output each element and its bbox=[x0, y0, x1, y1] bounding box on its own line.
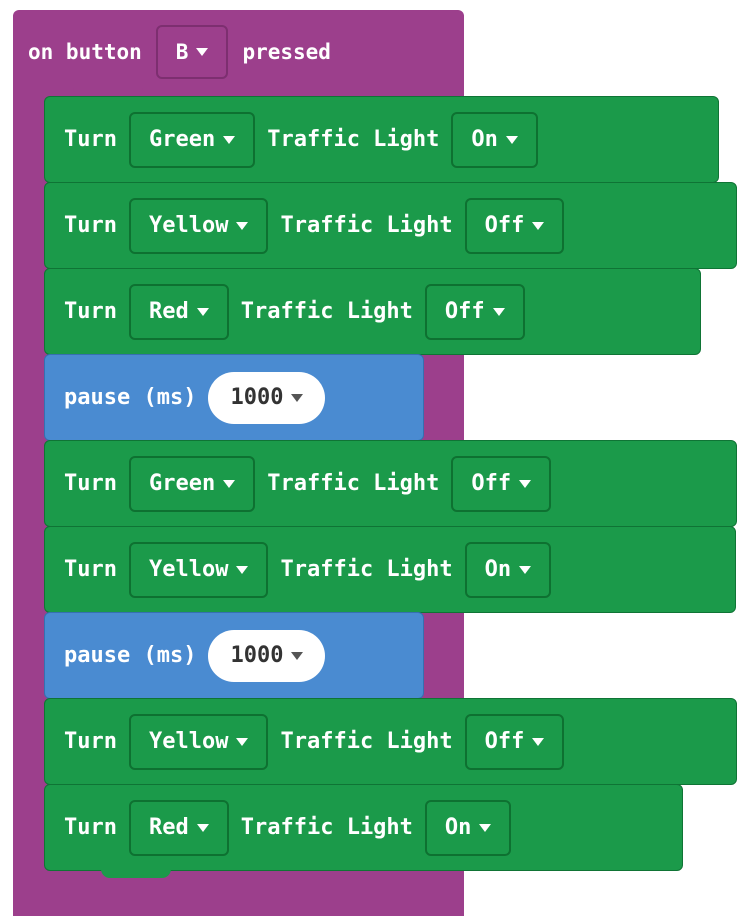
caret-down-icon bbox=[223, 135, 236, 144]
turn-label: Turn bbox=[64, 557, 117, 582]
caret-down-icon bbox=[532, 737, 545, 746]
light-state-dropdown[interactable]: On bbox=[451, 111, 538, 168]
caret-down-icon bbox=[196, 307, 209, 316]
light-state-dropdown[interactable]: On bbox=[464, 541, 552, 598]
light-state-value: On bbox=[444, 815, 472, 840]
light-state-value: On bbox=[484, 557, 512, 582]
turn-label: Turn bbox=[64, 471, 117, 496]
light-color-value: Yellow bbox=[148, 213, 229, 238]
turn-light-block[interactable]: Turn Yellow Traffic Light On bbox=[44, 526, 736, 620]
turn-label: Turn bbox=[64, 127, 117, 152]
pause-block[interactable]: pause (ms) 1000 bbox=[44, 354, 424, 448]
turn-light-block[interactable]: Turn Green Traffic Light On bbox=[44, 96, 719, 190]
turn-label: Turn bbox=[64, 729, 117, 754]
turn-light-block[interactable]: Turn Red Traffic Light Off bbox=[44, 268, 701, 362]
caret-down-icon bbox=[236, 565, 249, 574]
traffic-light-label: Traffic Light bbox=[240, 815, 413, 840]
light-color-dropdown[interactable]: Yellow bbox=[128, 713, 269, 770]
light-color-value: Green bbox=[148, 127, 216, 152]
caret-down-icon bbox=[519, 565, 532, 574]
caret-down-icon bbox=[196, 823, 209, 832]
traffic-light-label: Traffic Light bbox=[280, 729, 453, 754]
traffic-light-label: Traffic Light bbox=[240, 299, 413, 324]
pause-duration-value: 1000 bbox=[230, 385, 284, 410]
light-state-value: On bbox=[471, 127, 498, 152]
button-dropdown-value: B bbox=[175, 40, 189, 64]
light-state-dropdown[interactable]: On bbox=[424, 799, 512, 856]
turn-label: Turn bbox=[64, 815, 117, 840]
light-state-value: Off bbox=[484, 729, 525, 754]
turn-light-block[interactable]: Turn Green Traffic Light Off bbox=[44, 440, 737, 534]
button-dropdown[interactable]: B bbox=[155, 25, 229, 79]
turn-light-block[interactable]: Turn Yellow Traffic Light Off bbox=[44, 182, 737, 276]
event-suffix-label: pressed bbox=[242, 40, 331, 64]
light-color-value: Yellow bbox=[148, 557, 229, 582]
light-state-value: Off bbox=[444, 299, 485, 324]
light-state-value: Off bbox=[471, 471, 512, 496]
light-color-dropdown[interactable]: Yellow bbox=[128, 197, 269, 254]
turn-light-block[interactable]: Turn Red Traffic Light On bbox=[44, 784, 683, 878]
caret-down-icon bbox=[236, 737, 249, 746]
traffic-light-label: Traffic Light bbox=[280, 557, 453, 582]
traffic-light-label: Traffic Light bbox=[267, 127, 440, 152]
traffic-light-label: Traffic Light bbox=[267, 471, 440, 496]
light-color-value: Red bbox=[148, 299, 189, 324]
light-color-value: Red bbox=[148, 815, 189, 840]
light-color-dropdown[interactable]: Red bbox=[128, 799, 229, 856]
pause-label: pause (ms) bbox=[64, 643, 197, 668]
light-state-dropdown[interactable]: Off bbox=[424, 283, 525, 340]
event-prefix-label: on button bbox=[28, 40, 142, 64]
light-color-value: Yellow bbox=[148, 729, 229, 754]
caret-down-icon bbox=[291, 651, 304, 660]
pause-duration-dropdown[interactable]: 1000 bbox=[208, 629, 326, 682]
light-state-value: Off bbox=[484, 213, 525, 238]
turn-light-block[interactable]: Turn Yellow Traffic Light Off bbox=[44, 698, 737, 792]
light-state-dropdown[interactable]: Off bbox=[451, 455, 552, 512]
light-state-dropdown[interactable]: Off bbox=[464, 197, 565, 254]
caret-down-icon bbox=[291, 393, 304, 402]
event-header: on button B pressed bbox=[13, 10, 464, 94]
light-color-dropdown[interactable]: Green bbox=[128, 455, 256, 512]
caret-down-icon bbox=[532, 221, 545, 230]
light-color-dropdown[interactable]: Red bbox=[128, 283, 229, 340]
caret-down-icon bbox=[196, 48, 209, 56]
pause-duration-dropdown[interactable]: 1000 bbox=[208, 371, 326, 424]
light-state-dropdown[interactable]: Off bbox=[464, 713, 565, 770]
light-color-dropdown[interactable]: Yellow bbox=[128, 541, 269, 598]
traffic-light-label: Traffic Light bbox=[280, 213, 453, 238]
caret-down-icon bbox=[492, 307, 505, 316]
pause-duration-value: 1000 bbox=[230, 643, 284, 668]
caret-down-icon bbox=[505, 135, 518, 144]
caret-down-icon bbox=[519, 479, 532, 488]
caret-down-icon bbox=[236, 221, 249, 230]
pause-label: pause (ms) bbox=[64, 385, 197, 410]
caret-down-icon bbox=[479, 823, 492, 832]
pause-block[interactable]: pause (ms) 1000 bbox=[44, 612, 424, 706]
light-color-value: Green bbox=[148, 471, 216, 496]
turn-label: Turn bbox=[64, 299, 117, 324]
caret-down-icon bbox=[223, 479, 236, 488]
turn-label: Turn bbox=[64, 213, 117, 238]
light-color-dropdown[interactable]: Green bbox=[128, 111, 256, 168]
